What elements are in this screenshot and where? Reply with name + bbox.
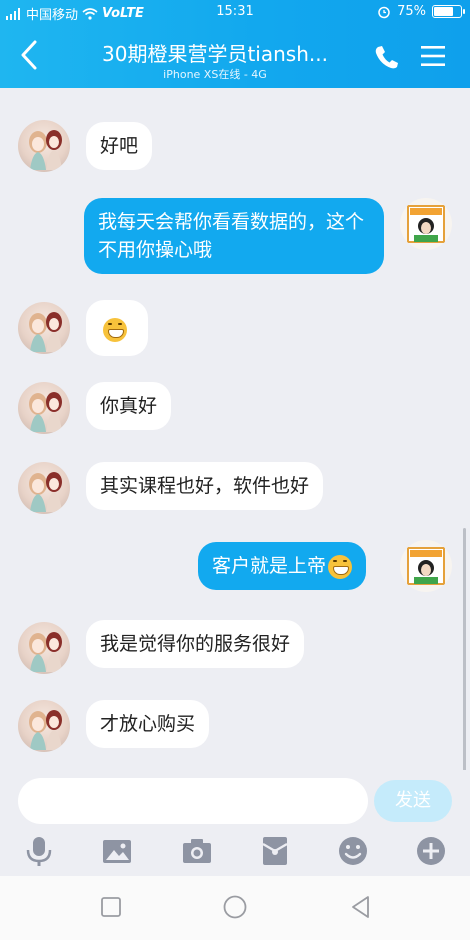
message-text: 我每天会帮你看看数据的，这个不用你操心哦	[98, 211, 365, 261]
contact-avatar[interactable]	[18, 622, 70, 674]
contact-avatar[interactable]	[18, 382, 70, 434]
girl-avatar-icon	[29, 632, 62, 672]
message-bubble-incoming[interactable]: 你真好	[86, 382, 172, 430]
send-button[interactable]: 发送	[374, 780, 452, 822]
battery-percent: 75%	[397, 4, 426, 19]
message-text: 客户就是上帝	[212, 555, 327, 577]
system-nav-bar	[0, 876, 470, 940]
contact-avatar[interactable]	[18, 462, 70, 514]
message-bubble-incoming[interactable]: 我是觉得你的服务很好	[86, 620, 305, 668]
message-bubble-outgoing[interactable]: 客户就是上帝	[198, 542, 367, 590]
chat-title[interactable]: 30期橙果营学员tiansh...	[60, 38, 370, 67]
recent-apps-icon[interactable]	[98, 894, 124, 920]
contact-avatar[interactable]	[18, 302, 70, 354]
back-nav-icon[interactable]	[348, 894, 374, 920]
user-avatar-icon	[407, 205, 445, 243]
message-text: 你真好	[100, 395, 158, 417]
emoji-icon[interactable]	[336, 834, 370, 868]
red-packet-icon[interactable]	[258, 834, 292, 868]
plus-icon[interactable]	[414, 834, 448, 868]
microphone-icon[interactable]	[22, 834, 56, 868]
message-bubble-incoming[interactable]: 其实课程也好，软件也好	[86, 462, 324, 510]
message-text: 我是觉得你的服务很好	[100, 633, 291, 655]
back-icon[interactable]	[16, 38, 42, 72]
message-text: 好吧	[100, 135, 139, 157]
contact-avatar[interactable]	[18, 700, 70, 752]
input-toolbar	[0, 832, 470, 876]
message-bubble-outgoing[interactable]: 我每天会帮你看看数据的，这个不用你操心哦	[84, 198, 384, 274]
message-text: 才放心购买	[100, 713, 196, 735]
message-input[interactable]	[18, 778, 368, 824]
girl-avatar-icon	[29, 130, 62, 170]
chat-subtitle: iPhone XS在线 - 4G	[163, 68, 267, 81]
status-bar: 中国移动 VoLTE 15:31 75%	[0, 0, 470, 24]
image-icon[interactable]	[100, 834, 134, 868]
phone-call-icon[interactable]	[372, 44, 400, 70]
user-avatar-icon	[407, 547, 445, 585]
message-list[interactable]: 好吧 我每天会帮你看看数据的，这个不用你操心哦 你真好 其实课程也好，软件也好 …	[0, 88, 470, 853]
girl-avatar-icon	[29, 472, 62, 512]
message-bubble-incoming[interactable]: 才放心购买	[86, 700, 210, 748]
battery-icon	[432, 5, 465, 18]
girl-avatar-icon	[29, 312, 62, 352]
girl-avatar-icon	[29, 392, 62, 432]
home-icon[interactable]	[222, 894, 248, 920]
alarm-icon	[378, 6, 390, 18]
message-bubble-incoming[interactable]	[86, 300, 148, 356]
chat-header: 中国移动 VoLTE 15:31 75% 30期橙果营学员tiansh... i…	[0, 0, 470, 88]
grin-emoji-icon	[103, 317, 127, 342]
camera-icon[interactable]	[180, 834, 214, 868]
girl-avatar-icon	[29, 710, 62, 750]
grin-emoji-icon	[328, 554, 353, 579]
menu-icon[interactable]	[420, 44, 446, 68]
my-avatar[interactable]	[400, 198, 452, 250]
contact-avatar[interactable]	[18, 120, 70, 172]
input-bar: 发送	[0, 770, 470, 832]
my-avatar[interactable]	[400, 540, 452, 592]
message-bubble-incoming[interactable]: 好吧	[86, 122, 153, 170]
message-text: 其实课程也好，软件也好	[100, 475, 310, 497]
